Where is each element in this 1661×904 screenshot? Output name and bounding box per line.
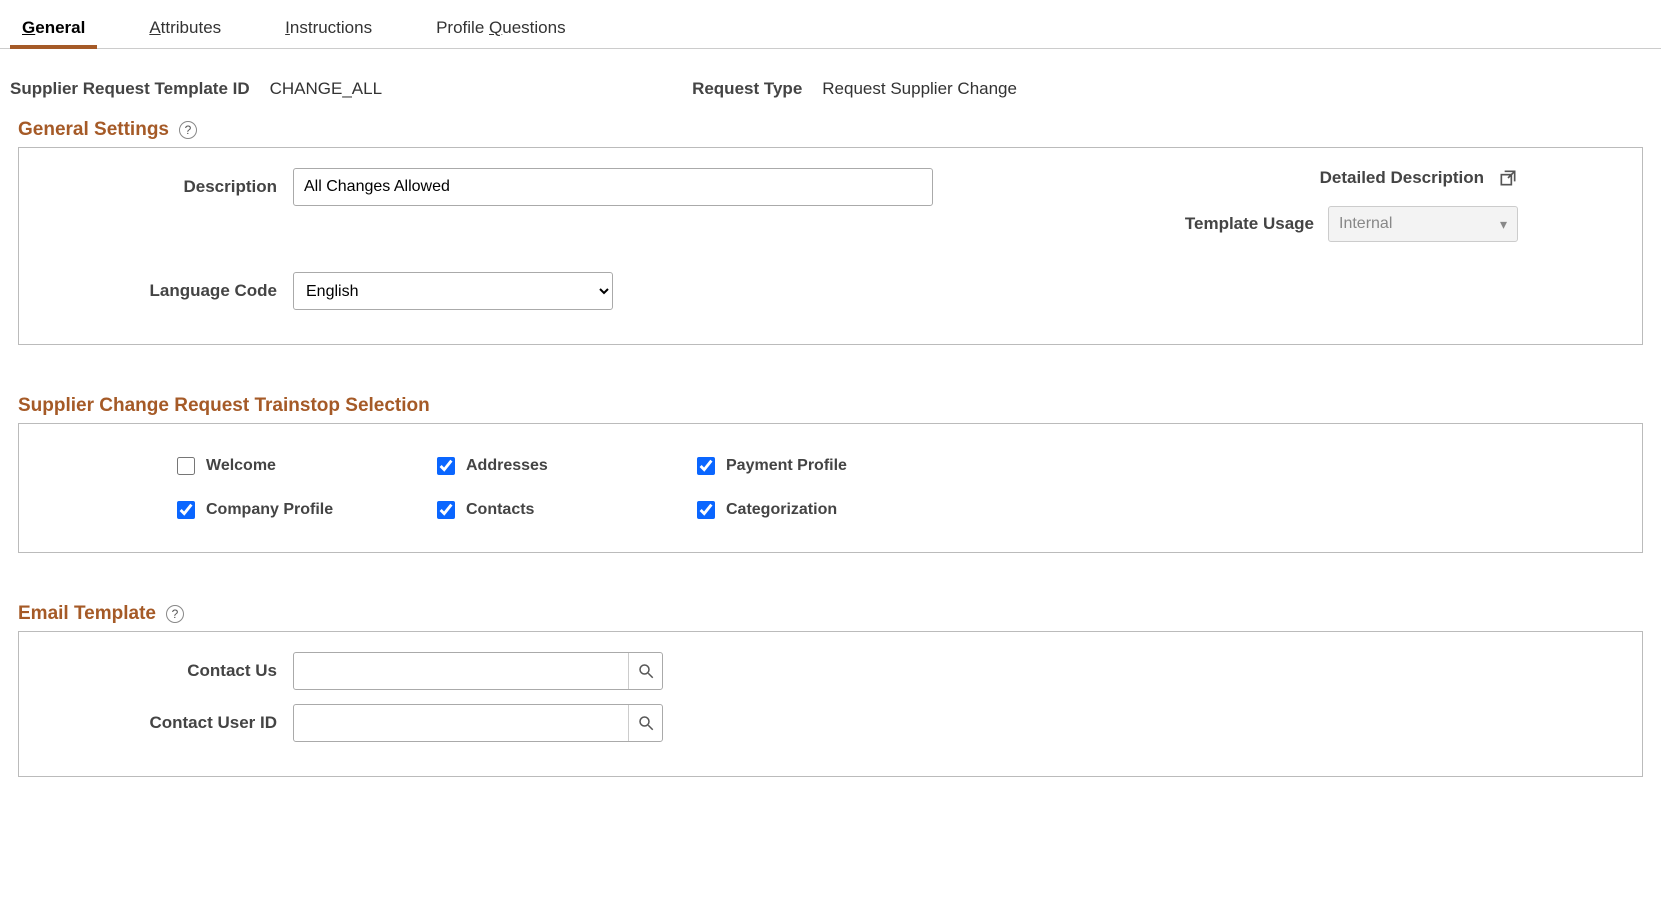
- description-label: Description: [43, 177, 293, 197]
- trainstop-contacts-checkbox[interactable]: [437, 501, 455, 519]
- tab-profileq-rest: uestions: [502, 18, 565, 37]
- trainstop-welcome[interactable]: Welcome: [173, 454, 433, 478]
- section-title-general-settings-text: General Settings: [18, 119, 169, 141]
- trainstop-company-profile[interactable]: Company Profile: [173, 498, 433, 522]
- trainstop-welcome-checkbox[interactable]: [177, 457, 195, 475]
- trainstop-categorization[interactable]: Categorization: [693, 498, 953, 522]
- tab-general[interactable]: General: [10, 10, 97, 48]
- contact-user-id-search-button[interactable]: [628, 705, 662, 741]
- trainstop-welcome-label: Welcome: [206, 457, 276, 475]
- contact-us-input[interactable]: [293, 652, 663, 690]
- trainstop-payment-profile[interactable]: Payment Profile: [693, 454, 953, 478]
- trainstop-categorization-checkbox[interactable]: [697, 501, 715, 519]
- section-title-trainstop-text: Supplier Change Request Trainstop Select…: [18, 395, 430, 417]
- tab-attributes-accesskey: A: [149, 18, 160, 37]
- tab-profileq-pre: Profile: [436, 18, 489, 37]
- trainstop-addresses-label: Addresses: [466, 457, 548, 475]
- section-title-general-settings: General Settings ?: [0, 109, 1661, 147]
- contact-us-search-button[interactable]: [628, 653, 662, 689]
- trainstop-grid: Welcome Addresses Payment Profile Compan…: [43, 444, 1618, 532]
- section-title-trainstop: Supplier Change Request Trainstop Select…: [0, 385, 1661, 423]
- trainstop-company-profile-label: Company Profile: [206, 501, 333, 519]
- description-input[interactable]: [293, 168, 933, 206]
- trainstop-company-profile-checkbox[interactable]: [177, 501, 195, 519]
- request-type-pair: Request Type Request Supplier Change: [692, 79, 1017, 99]
- contact-us-lookup: [293, 652, 663, 690]
- tab-instructions-rest: nstructions: [290, 18, 372, 37]
- template-usage-value: Internal: [1339, 215, 1392, 233]
- trainstop-contacts[interactable]: Contacts: [433, 498, 693, 522]
- section-title-email-template-text: Email Template: [18, 603, 156, 625]
- trainstop-payment-profile-checkbox[interactable]: [697, 457, 715, 475]
- template-id-label: Supplier Request Template ID: [10, 79, 250, 99]
- tab-attributes[interactable]: Attributes: [137, 10, 233, 48]
- header-row: Supplier Request Template ID CHANGE_ALL …: [0, 49, 1661, 109]
- language-label: Language Code: [43, 281, 293, 301]
- request-type-label: Request Type: [692, 79, 802, 99]
- tab-instructions[interactable]: Instructions: [273, 10, 384, 48]
- trainstop-addresses[interactable]: Addresses: [433, 454, 693, 478]
- detailed-description-label: Detailed Description: [1320, 168, 1484, 188]
- search-icon: [637, 662, 655, 680]
- template-usage-label: Template Usage: [1185, 214, 1314, 234]
- popup-icon[interactable]: [1498, 168, 1518, 188]
- section-email-template: Contact Us Contact User ID: [18, 631, 1643, 777]
- template-id-value: CHANGE_ALL: [270, 79, 382, 99]
- tab-profileq-accesskey: Q: [489, 18, 502, 37]
- help-icon[interactable]: ?: [179, 121, 197, 139]
- section-title-email-template: Email Template ?: [0, 593, 1661, 631]
- tab-bar: General Attributes Instructions Profile …: [0, 0, 1661, 49]
- contact-user-id-lookup: [293, 704, 663, 742]
- tab-general-accesskey: G: [22, 18, 35, 37]
- tab-profile-questions[interactable]: Profile Questions: [424, 10, 577, 48]
- tab-general-rest: eneral: [35, 18, 85, 37]
- section-trainstop: Welcome Addresses Payment Profile Compan…: [18, 423, 1643, 553]
- trainstop-addresses-checkbox[interactable]: [437, 457, 455, 475]
- trainstop-payment-profile-label: Payment Profile: [726, 457, 847, 475]
- contact-user-id-input[interactable]: [293, 704, 663, 742]
- contact-us-label: Contact Us: [43, 661, 293, 681]
- template-id-pair: Supplier Request Template ID CHANGE_ALL: [10, 79, 382, 99]
- chevron-down-icon: ▾: [1500, 216, 1507, 233]
- tab-attributes-rest: ttributes: [161, 18, 221, 37]
- search-icon: [637, 714, 655, 732]
- section-general-settings: Description Detailed Description Templat…: [18, 147, 1643, 345]
- language-select[interactable]: English: [293, 272, 613, 310]
- trainstop-contacts-label: Contacts: [466, 501, 534, 519]
- trainstop-categorization-label: Categorization: [726, 501, 837, 519]
- template-usage-select: Internal ▾: [1328, 206, 1518, 242]
- help-icon[interactable]: ?: [166, 605, 184, 623]
- contact-user-id-label: Contact User ID: [43, 713, 293, 733]
- request-type-value: Request Supplier Change: [822, 79, 1017, 99]
